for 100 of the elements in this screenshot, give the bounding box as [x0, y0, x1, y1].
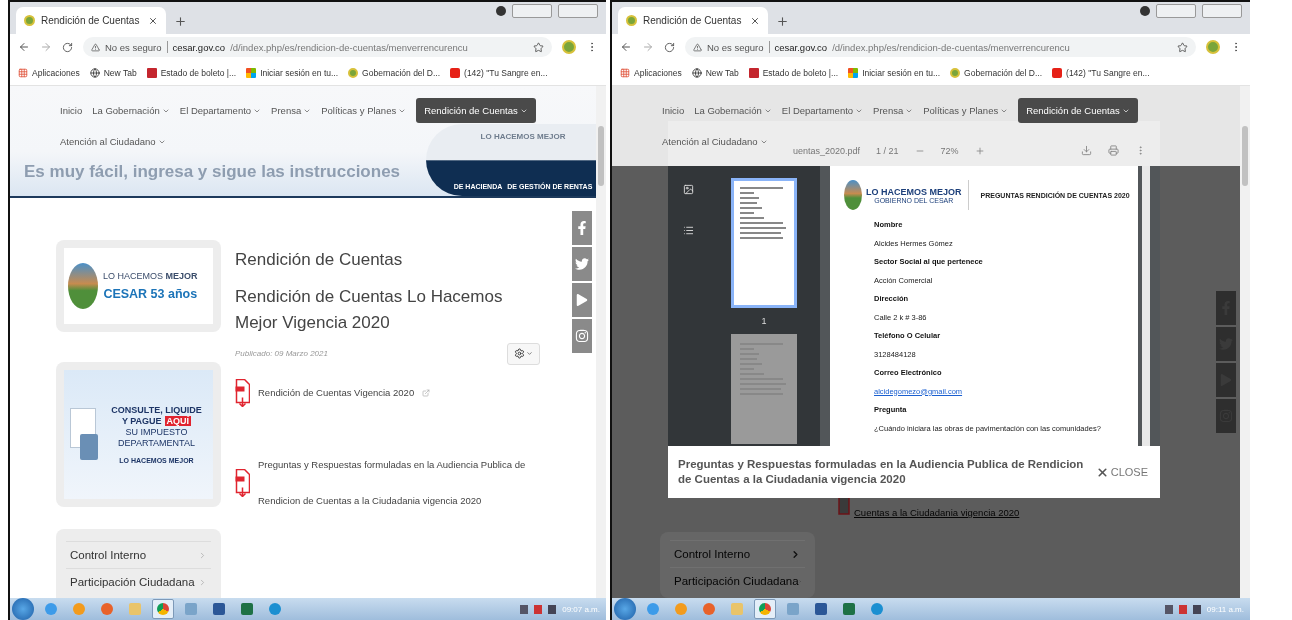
promo-card[interactable]: LO HACEMOS MEJOR CESAR 53 años — [56, 240, 221, 332]
reload-icon[interactable] — [62, 41, 73, 53]
banner-title: Es muy fácil, ingresa y sigue las instrucciones — [24, 162, 401, 182]
article-title: Rendición de Cuentas — [235, 250, 404, 270]
bookmark-link[interactable]: Gobernación del D... — [348, 67, 441, 78]
video-play-icon — [450, 67, 461, 78]
bookmark-link[interactable]: Gobernación del D... — [950, 67, 1043, 78]
new-tab-icon[interactable] — [174, 15, 187, 28]
bookmark-favicon-icon — [748, 67, 759, 78]
bookmark-link[interactable]: (142) "Tu Sangre en... — [450, 67, 548, 78]
settings-button[interactable] — [507, 342, 540, 365]
nav-menu-item[interactable]: Inicio — [662, 98, 685, 123]
scrollbar[interactable] — [1142, 166, 1150, 446]
facebook-icon[interactable] — [572, 211, 592, 245]
nav-menu-item[interactable]: Prensa — [873, 98, 914, 123]
zoom-level: 72% — [940, 146, 959, 156]
seal-icon — [348, 67, 359, 78]
play-icon[interactable] — [572, 283, 592, 317]
nav-menu-item[interactable]: Políticas y Planes — [923, 98, 1009, 123]
attachment-link[interactable]: Preguntas y Respuestas formuladas en la Audiencia Publica de Rendicion de Cuentas a la Ciudadania vigencia 2020 — [258, 446, 548, 519]
download-icon[interactable] — [1081, 145, 1092, 156]
bookmark-link[interactable]: Aplicaciones — [620, 67, 682, 78]
window-controls[interactable] — [1156, 4, 1196, 18]
gear-icon — [514, 348, 525, 360]
security-label: No es seguro — [105, 41, 162, 53]
lightbox-caption: Preguntas y Respuestas formuladas en la Audiencia Publica de Rendicion de Cuentas a la Ciudadania vigencia 2020 — [678, 457, 1085, 487]
bookmark-link[interactable]: (142) "Tu Sangre en... — [1052, 67, 1150, 78]
ad-headline: Y PAGUE — [121, 416, 162, 426]
ad-headline: CONSULTE, LIQUIDE — [111, 405, 202, 415]
outline-icon[interactable] — [682, 225, 694, 236]
page-thumbnail[interactable] — [731, 334, 797, 444]
reload-icon[interactable] — [664, 41, 675, 53]
nav-menu-item[interactable]: La Gobernación — [694, 98, 772, 123]
nav-menu-item[interactable]: Prensa — [271, 98, 312, 123]
farm-globe-drawing — [68, 263, 98, 309]
thumbnails-icon[interactable] — [682, 184, 694, 195]
taskbar-app-button[interactable] — [754, 599, 776, 619]
close-button[interactable]: CLOSE — [1095, 465, 1148, 479]
close-icon — [1095, 465, 1109, 479]
new-tab-icon[interactable] — [776, 15, 789, 28]
profile-dot-icon[interactable] — [1140, 6, 1150, 16]
instagram-icon[interactable] — [572, 319, 592, 353]
close-icon[interactable] — [148, 15, 158, 26]
seal-icon[interactable] — [562, 40, 576, 54]
page-thumbnail[interactable] — [731, 178, 797, 308]
nav-menu-item[interactable]: La Gobernación — [92, 98, 170, 123]
seal-icon — [950, 67, 961, 78]
apps-grid-icon — [18, 67, 28, 78]
browser-tab[interactable]: Rendición de Cuentas — [16, 7, 166, 34]
address-field[interactable]: No es seguro cesar.gov.co /d/index.php/es/rendicion-de-cuentas/menverrencurencu — [83, 37, 552, 57]
seal-icon[interactable] — [1206, 40, 1220, 54]
side-menu-item[interactable]: Participación Ciudadana — [670, 567, 805, 594]
nav-menu-item[interactable]: El Departamento — [179, 98, 262, 123]
bookmark-link[interactable]: Estado de boleto |... — [748, 67, 839, 78]
bookmark-link[interactable]: Iniciar sesión en tu... — [848, 67, 941, 78]
side-menu-item[interactable]: Control Interno — [66, 541, 211, 568]
bookmark-link[interactable]: Aplicaciones — [18, 67, 80, 78]
nav-menu-item[interactable]: Atención al Ciudadano — [662, 129, 768, 154]
bookmark-star-icon[interactable] — [1177, 41, 1188, 53]
bookmark-link[interactable]: New Tab — [691, 67, 739, 78]
logo-drawing — [844, 180, 862, 210]
external-link-icon — [422, 388, 431, 397]
side-menu-item[interactable]: Participación Ciudadana — [66, 568, 211, 595]
start-button[interactable] — [12, 598, 34, 620]
security-label: No es seguro — [707, 41, 764, 53]
nav-menu-item[interactable]: Atención al Ciudadano — [60, 129, 166, 154]
nav-menu-item[interactable]: Inicio — [60, 98, 83, 123]
print-icon[interactable] — [1108, 145, 1119, 156]
start-button[interactable] — [614, 598, 636, 620]
bookmark-link[interactable]: New Tab — [89, 67, 137, 78]
bookmark-link[interactable]: Estado de boleto |... — [146, 67, 237, 78]
nav-menu-item[interactable]: Políticas y Planes — [321, 98, 407, 123]
url-path: /d/index.php/es/rendicion-de-cuentas/menverrencurencu — [832, 41, 1070, 53]
nav-menu-item[interactable]: Rendición de Cuentas — [1018, 98, 1138, 123]
window-controls[interactable] — [558, 4, 598, 18]
side-menu-item[interactable]: Control Interno — [670, 540, 805, 567]
close-icon[interactable] — [750, 15, 760, 26]
video-play-icon — [1052, 67, 1063, 78]
bookmark-star-icon[interactable] — [533, 41, 544, 53]
scrollbar[interactable] — [596, 86, 606, 598]
bookmark-favicon-icon — [146, 67, 157, 78]
profile-dot-icon[interactable] — [496, 6, 506, 16]
address-field[interactable]: No es seguro cesar.gov.co /d/index.php/es/rendicion-de-cuentas/menverrencurencu — [685, 37, 1196, 57]
twitter-icon[interactable] — [572, 247, 592, 281]
zoom-in-icon[interactable] — [974, 146, 985, 156]
bookmark-link[interactable]: Iniciar sesión en tu... — [246, 67, 339, 78]
page-indicator: 1 / 21 — [876, 146, 899, 156]
taskbar-app-button[interactable] — [152, 599, 174, 619]
attachment-link[interactable]: Rendición de Cuentas Vigencia 2020 — [258, 385, 415, 400]
document-brand: LO HACEMOS MEJOR — [866, 186, 962, 197]
scrollbar[interactable] — [1240, 86, 1250, 598]
window-controls[interactable] — [1202, 4, 1242, 18]
back-icon[interactable] — [620, 41, 632, 53]
pdf-file-name: uentas_2020.pdf — [793, 146, 861, 156]
chevron-icon — [198, 577, 207, 587]
window-controls[interactable] — [512, 4, 552, 18]
browser-tab[interactable]: Rendición de Cuentas — [618, 7, 768, 34]
back-icon[interactable] — [18, 41, 30, 53]
nav-menu-item[interactable]: Rendición de Cuentas — [416, 98, 536, 123]
nav-menu-item[interactable]: El Departamento — [781, 98, 864, 123]
